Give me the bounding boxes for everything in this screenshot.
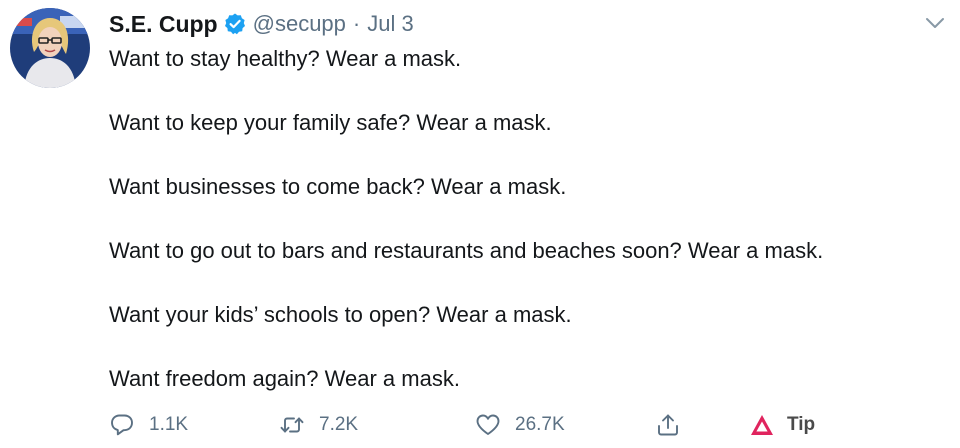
tweet-line: Want freedom again? Wear a mask.	[109, 366, 460, 391]
share-button[interactable]	[655, 408, 681, 442]
tweet-line: Want your kids’ schools to open? Wear a …	[109, 302, 572, 327]
like-button[interactable]: 26.7K	[475, 408, 565, 442]
tweet-line: Want businesses to come back? Wear a mas…	[109, 174, 567, 199]
display-name[interactable]: S.E. Cupp	[109, 11, 218, 38]
tweet: S.E. Cupp @secupp · Jul 3 Want to stay h…	[0, 0, 960, 448]
tweet-date[interactable]: Jul 3	[367, 11, 413, 37]
tip-icon	[749, 412, 775, 438]
reply-button[interactable]: 1.1K	[109, 408, 188, 442]
verified-badge-icon	[223, 12, 247, 36]
tweet-actions: 1.1K 7.2K 26.7K Tip	[109, 408, 869, 442]
heart-icon	[475, 412, 501, 438]
retweet-icon	[279, 412, 305, 438]
chevron-down-icon[interactable]	[922, 10, 948, 36]
tip-label: Tip	[787, 414, 816, 435]
tweet-line: Want to stay healthy? Wear a mask.	[109, 46, 462, 71]
handle[interactable]: @secupp	[253, 11, 346, 37]
retweet-count: 7.2K	[319, 414, 359, 435]
retweet-button[interactable]: 7.2K	[279, 408, 358, 442]
tweet-line: Want to keep your family safe? Wear a ma…	[109, 110, 552, 135]
tip-button[interactable]: Tip	[749, 408, 815, 442]
separator-dot: ·	[352, 11, 361, 36]
tweet-header: S.E. Cupp @secupp · Jul 3	[109, 7, 414, 41]
tweet-text: Want to stay healthy? Wear a mask. Want …	[109, 43, 823, 427]
reply-count: 1.1K	[149, 414, 189, 435]
reply-icon	[109, 412, 135, 438]
share-icon	[655, 412, 681, 438]
tweet-line: Want to go out to bars and restaurants a…	[109, 238, 824, 263]
avatar[interactable]	[10, 8, 90, 88]
like-count: 26.7K	[515, 414, 565, 435]
